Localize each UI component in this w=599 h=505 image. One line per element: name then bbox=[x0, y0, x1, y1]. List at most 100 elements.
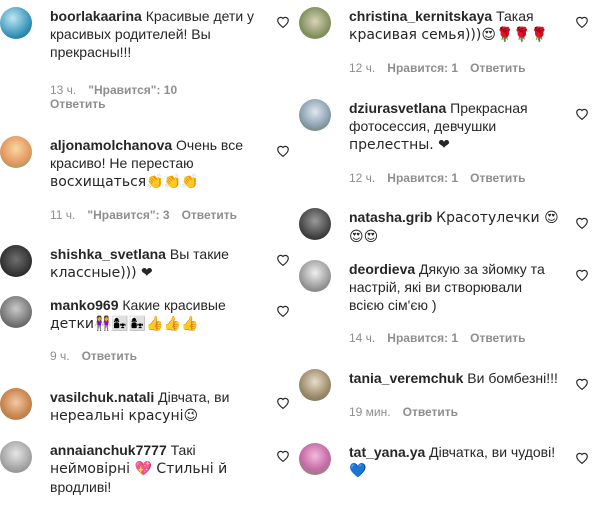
comment-body: Красотулечки 😍 bbox=[436, 210, 559, 226]
comment-text: tania_veremchuk Ви бомбезні!!! bbox=[349, 369, 558, 387]
comment-body: Очень все bbox=[176, 137, 243, 153]
like-heart-icon[interactable] bbox=[575, 216, 589, 229]
comment-body: Дівчатка, ви чудові! bbox=[429, 444, 556, 460]
username-link[interactable]: natasha.grib bbox=[349, 209, 432, 225]
reply-button[interactable]: Ответить bbox=[470, 61, 525, 75]
username-link[interactable]: aljonamolchanova bbox=[50, 137, 172, 153]
comment-meta: 12 ч. Нравится: 1 Ответить bbox=[349, 61, 526, 75]
reply-button[interactable]: Ответить bbox=[470, 171, 525, 185]
comment-body: вродливі! bbox=[50, 479, 112, 495]
avatar[interactable] bbox=[0, 388, 32, 420]
comment-body: Красивые дети у bbox=[145, 8, 255, 24]
comment-meta: 12 ч. Нравится: 1 Ответить bbox=[349, 171, 526, 185]
comment-time[interactable]: 14 ч. bbox=[349, 331, 375, 345]
reply-button[interactable]: Ответить bbox=[182, 208, 237, 222]
like-heart-icon[interactable] bbox=[575, 268, 589, 281]
comment-body: настрій, які ви створювали bbox=[349, 279, 523, 295]
comment-body: нереальні красуні😉 bbox=[50, 408, 199, 424]
comment-time[interactable]: 13 ч. bbox=[50, 83, 76, 97]
avatar[interactable] bbox=[299, 443, 331, 475]
comment-meta: 13 ч. "Нравится": 10 Ответить bbox=[50, 83, 189, 111]
like-heart-icon[interactable] bbox=[575, 377, 589, 390]
comment-text: vasilchuk.natali Дівчата, ви нереальні к… bbox=[50, 388, 229, 425]
comment-body: Вы такие bbox=[169, 246, 229, 262]
comment-body: красивых родителей! Вы bbox=[50, 26, 211, 42]
comment-time[interactable]: 9 ч. bbox=[50, 349, 70, 363]
username-link[interactable]: boorlakaarina bbox=[50, 8, 142, 24]
comment-body: красиво! Не перестаю bbox=[50, 155, 194, 171]
username-link[interactable]: deordieva bbox=[349, 261, 415, 277]
like-count[interactable]: "Нравится": 10 bbox=[88, 83, 177, 97]
avatar[interactable] bbox=[299, 7, 331, 39]
comment-body: фотосессия, девчушки bbox=[349, 118, 497, 134]
comment-text: manko969 Какие красивые детки👭👩‍👧👩‍👧👍👍👍 bbox=[50, 296, 226, 333]
username-link[interactable]: shishka_svetlana bbox=[50, 246, 166, 262]
comment-body: красивая семья)))😍🌹🌹🌹 bbox=[349, 27, 549, 43]
username-link[interactable]: manko969 bbox=[50, 297, 118, 313]
comment-body: Ви бомбезні!!! bbox=[467, 370, 558, 386]
comment-text: annaianchuk7777 Такі неймовірні 💖 Стильн… bbox=[50, 441, 227, 496]
comment-body: восхищаться👏👏👏 bbox=[50, 174, 199, 190]
like-count[interactable]: "Нравится": 3 bbox=[87, 208, 169, 222]
comment-text: deordieva Дякую за зйомку та настрій, як… bbox=[349, 260, 545, 314]
comment-body: Такі bbox=[170, 442, 196, 458]
comment-text: aljonamolchanova Очень все красиво! Не п… bbox=[50, 136, 243, 191]
comment-body: неймовірні 💖 Стильні й bbox=[50, 461, 228, 477]
comment-body: детки👭👩‍👧👩‍👧👍👍👍 bbox=[50, 316, 199, 332]
username-link[interactable]: tat_yana.ya bbox=[349, 444, 425, 460]
like-heart-icon[interactable] bbox=[575, 15, 589, 28]
comment-body: Какие красивые bbox=[122, 297, 226, 313]
comment-meta: 9 ч. Ответить bbox=[50, 349, 137, 363]
avatar[interactable] bbox=[299, 369, 331, 401]
reply-button[interactable]: Ответить bbox=[470, 331, 525, 345]
comment-body: Такая bbox=[496, 8, 534, 24]
comment-body: Дякую за зйомку та bbox=[419, 261, 545, 277]
comment-body: 😍😍 bbox=[349, 229, 379, 245]
comment-text: dziurasvetlana Прекрасная фотосессия, де… bbox=[349, 99, 528, 154]
comment-body: прекрасны!!! bbox=[50, 44, 132, 60]
comment-time[interactable]: 12 ч. bbox=[349, 61, 375, 75]
like-heart-icon[interactable] bbox=[276, 449, 290, 462]
comment-meta: 19 мин. Ответить bbox=[349, 405, 458, 419]
comment-text: boorlakaarina Красивые дети у красивых р… bbox=[50, 7, 254, 61]
avatar[interactable] bbox=[0, 441, 32, 473]
like-heart-icon[interactable] bbox=[575, 107, 589, 120]
comment-text: tat_yana.ya Дівчатка, ви чудові! 💙 bbox=[349, 443, 555, 480]
reply-button[interactable]: Ответить bbox=[403, 405, 458, 419]
comment-body: Дівчата, ви bbox=[158, 389, 230, 405]
avatar[interactable] bbox=[299, 208, 331, 240]
like-heart-icon[interactable] bbox=[575, 451, 589, 464]
reply-button[interactable]: Ответить bbox=[50, 97, 189, 111]
like-heart-icon[interactable] bbox=[276, 396, 290, 409]
comment-body: 💙 bbox=[349, 463, 367, 479]
username-link[interactable]: dziurasvetlana bbox=[349, 100, 446, 116]
like-count[interactable]: Нравится: 1 bbox=[387, 171, 458, 185]
avatar[interactable] bbox=[299, 99, 331, 131]
avatar[interactable] bbox=[0, 296, 32, 328]
like-count[interactable]: Нравится: 1 bbox=[387, 331, 458, 345]
like-heart-icon[interactable] bbox=[276, 15, 290, 28]
comment-text: christina_kernitskaya Такая красивая сем… bbox=[349, 7, 548, 44]
username-link[interactable]: tania_veremchuk bbox=[349, 370, 463, 386]
username-link[interactable]: vasilchuk.natali bbox=[50, 389, 154, 405]
comment-meta: 11 ч. "Нравится": 3 Ответить bbox=[50, 208, 237, 222]
avatar[interactable] bbox=[0, 7, 32, 39]
comment-body: прелестны. ❤ bbox=[349, 137, 450, 153]
like-heart-icon[interactable] bbox=[276, 253, 290, 266]
comment-time[interactable]: 19 мин. bbox=[349, 405, 391, 419]
comment-text: shishka_svetlana Вы такие классные))) ❤ bbox=[50, 245, 229, 282]
like-count[interactable]: Нравится: 1 bbox=[387, 61, 458, 75]
comment-time[interactable]: 12 ч. bbox=[349, 171, 375, 185]
avatar[interactable] bbox=[0, 136, 32, 168]
avatar[interactable] bbox=[0, 245, 32, 277]
comment-body: Прекрасная bbox=[450, 100, 528, 116]
avatar[interactable] bbox=[299, 260, 331, 292]
like-heart-icon[interactable] bbox=[276, 144, 290, 157]
like-heart-icon[interactable] bbox=[276, 304, 290, 317]
comment-time[interactable]: 11 ч. bbox=[50, 208, 75, 222]
comment-body: всією сім'єю ) bbox=[349, 297, 437, 313]
comment-meta: 14 ч. Нравится: 1 Ответить bbox=[349, 331, 526, 345]
username-link[interactable]: annaianchuk7777 bbox=[50, 442, 167, 458]
reply-button[interactable]: Ответить bbox=[82, 349, 137, 363]
username-link[interactable]: christina_kernitskaya bbox=[349, 8, 492, 24]
